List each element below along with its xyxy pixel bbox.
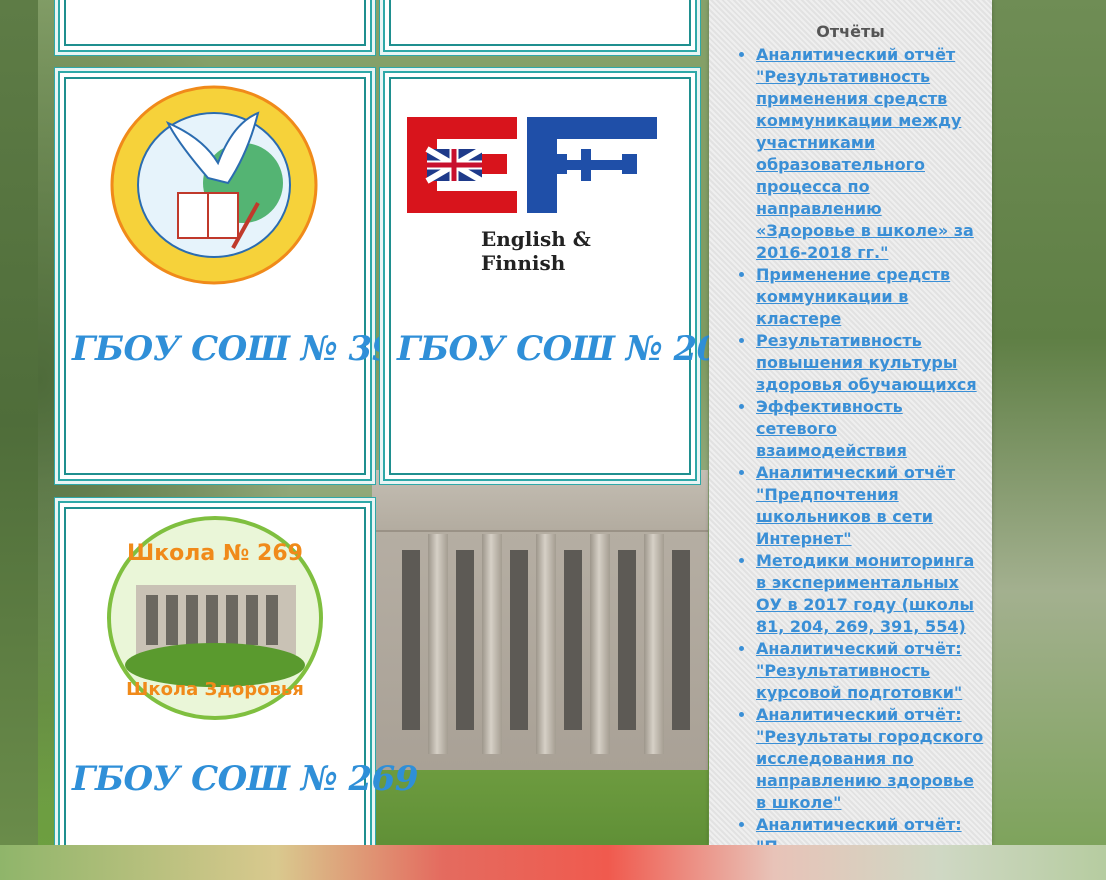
school-title[interactable]: ГБОУ СОШ № 204 [397,329,743,369]
svg-text:Школа № 269: Школа № 269 [127,541,303,566]
footer-background [0,845,1106,880]
school-card-391[interactable]: ГБОУ СОШ № 391 [58,71,418,481]
school-card-partial[interactable] [383,0,697,52]
report-item: Аналитический отчёт: "Результаты городск… [756,704,986,814]
report-item: Эффективность сетевого взаимодействия [756,396,986,462]
report-link[interactable]: Аналитический отчёт "Результативность пр… [756,45,974,262]
report-item: Результативность повышения культуры здор… [756,330,986,396]
sidebar-heading: Отчёты [816,22,885,41]
reports-sidebar: Отчёты Аналитический отчёт "Результативн… [709,0,992,845]
report-link[interactable]: Аналитический отчёт: "Результаты городск… [756,705,983,812]
schools-grid: ГБОУ СОШ № 391 English & Finnish ГБОУ СО… [38,0,743,865]
school-card-269[interactable]: Школа № 269 Школа Здоровья ГБОУ СОШ № 26… [58,501,418,865]
ef-logo-icon: English & Finnish [397,109,667,275]
school-title[interactable]: ГБОУ СОШ № 391 [72,329,418,369]
report-link[interactable]: Аналитический отчёт: "Результативность к… [756,639,962,702]
background-trees-left [0,0,38,845]
report-item: Аналитический отчёт "Предпочтения школьн… [756,462,986,550]
school-card-partial[interactable] [58,0,372,52]
reports-list: Аналитический отчёт "Результативность пр… [736,44,986,845]
report-item: Применение средств коммуникации в класте… [756,264,986,330]
svg-text:Школа Здоровья: Школа Здоровья [126,679,304,700]
report-item: Аналитический отчёт: "Результативность к… [756,638,986,704]
school-391-emblem-icon [108,83,320,287]
school-card-204[interactable]: English & Finnish ГБОУ СОШ № 204 [383,71,743,481]
report-item: Аналитический отчёт: "П [756,814,986,845]
report-link[interactable]: Аналитический отчёт "Предпочтения школьн… [756,463,955,548]
ef-logo-text: English & Finnish [481,227,591,275]
report-item: Методики мониторинга в экспериментальных… [756,550,986,638]
report-link[interactable]: Применение средств коммуникации в класте… [756,265,950,328]
report-link[interactable]: Результативность повышения культуры здор… [756,331,977,394]
background-trees-right [992,0,1106,845]
report-item: Аналитический отчёт "Результативность пр… [756,44,986,264]
school-269-emblem-icon: Школа № 269 Школа Здоровья [106,515,324,721]
report-link[interactable]: Методики мониторинга в экспериментальных… [756,551,974,636]
report-link[interactable]: Эффективность сетевого взаимодействия [756,397,907,460]
school-title[interactable]: ГБОУ СОШ № 269 [72,759,418,799]
report-link[interactable]: Аналитический отчёт: "П [756,815,962,845]
